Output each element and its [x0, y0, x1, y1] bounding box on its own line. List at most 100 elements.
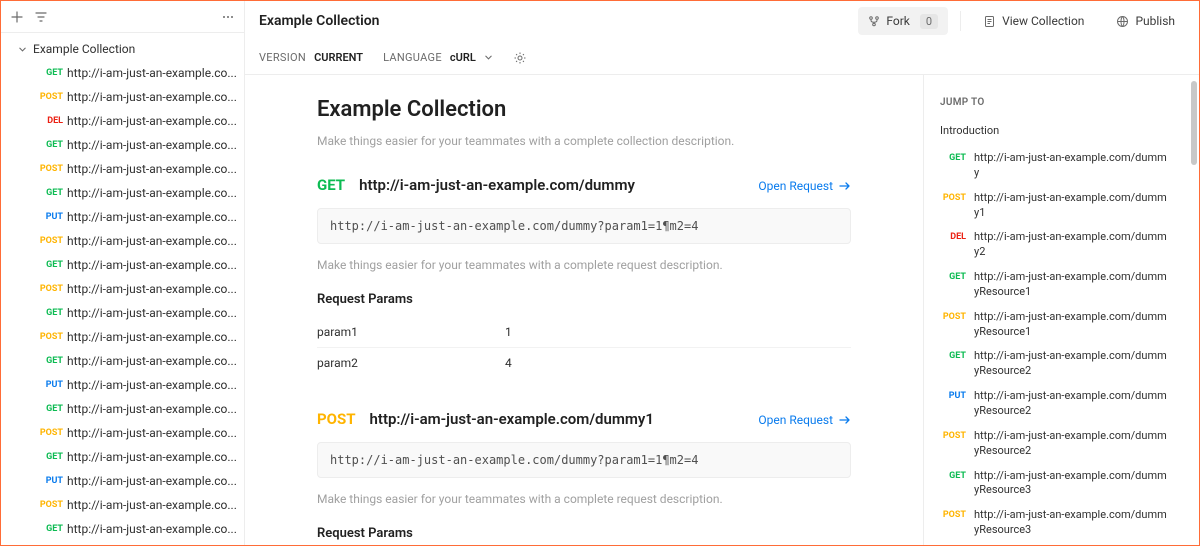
toc-item[interactable]: POSThttp://i-am-just-an-example.com/dumm… [940, 429, 1171, 459]
method-badge: PUT [37, 212, 63, 222]
method-badge: POST [37, 332, 63, 342]
fork-icon [868, 15, 880, 27]
sidebar-request-item[interactable]: POSThttp://i-am-just-an-example.co... [1, 421, 244, 445]
open-request-link[interactable]: Open Request [758, 179, 851, 193]
settings-button[interactable] [513, 51, 527, 65]
collection-row[interactable]: Example Collection [1, 37, 244, 61]
sidebar-request-item[interactable]: POST http://i-am-just-an-example.co... [1, 85, 244, 109]
endpoint-header: POST http://i-am-just-an-example.com/dum… [317, 410, 851, 428]
toc-item[interactable]: PUThttp://i-am-just-an-example.com/dummy… [940, 389, 1171, 419]
collection-description-placeholder[interactable]: Make things easier for your teammates wi… [317, 134, 851, 148]
doc-title: Example Collection [317, 97, 851, 122]
globe-icon [1116, 15, 1129, 28]
endpoint-block: POST http://i-am-just-an-example.com/dum… [317, 410, 851, 545]
param-row: param11 [317, 317, 851, 348]
open-request-link[interactable]: Open Request [758, 413, 851, 427]
publish-button[interactable]: Publish [1106, 7, 1185, 35]
method-badge: GET [37, 524, 63, 534]
view-collection-button[interactable]: View Collection [973, 7, 1094, 35]
endpoint-url: http://i-am-just-an-example.com/dummy1 [370, 410, 745, 428]
language-selector[interactable]: LANGUAGE cURL [383, 51, 493, 64]
method-badge: POST [37, 284, 63, 294]
request-label: http://i-am-just-an-example.co... [67, 90, 238, 104]
toc-item-label: http://i-am-just-an-example.com/dummyRes… [974, 429, 1171, 459]
sidebar-request-item[interactable]: GEThttp://i-am-just-an-example.co... [1, 397, 244, 421]
toc-item-label: http://i-am-just-an-example.com/dummy2 [974, 230, 1171, 260]
request-description-placeholder[interactable]: Make things easier for your teammates wi… [317, 258, 851, 272]
method-badge: DEL [940, 231, 966, 260]
request-label: http://i-am-just-an-example.co... [67, 306, 238, 320]
sidebar-request-item[interactable]: POST http://i-am-just-an-example.co... [1, 157, 244, 181]
doc-content[interactable]: Example Collection Make things easier fo… [245, 75, 923, 545]
param-key: param1 [317, 325, 505, 339]
doc-subheader: VERSION CURRENT LANGUAGE cURL [245, 41, 1199, 75]
endpoint-method: POST [317, 410, 356, 428]
sidebar-request-item[interactable]: POST http://i-am-just-an-example.co... [1, 325, 244, 349]
method-badge: GET [940, 271, 966, 300]
sidebar-request-item[interactable]: POSThttp://i-am-just-an-example.co... [1, 229, 244, 253]
document-icon [983, 15, 996, 28]
method-badge: GET [940, 470, 966, 499]
method-badge: GET [37, 140, 63, 150]
method-badge: GET [37, 260, 63, 270]
sidebar-request-item[interactable]: GEThttp://i-am-just-an-example.co... [1, 301, 244, 325]
sidebar-request-item[interactable]: GEThttp://i-am-just-an-example.co... [1, 253, 244, 277]
toc-item[interactable]: GEThttp://i-am-just-an-example.com/dummy… [940, 349, 1171, 379]
method-badge: GET [37, 356, 63, 366]
scrollbar[interactable] [1187, 75, 1199, 545]
request-label: http://i-am-just-an-example.co... [67, 450, 238, 464]
request-label: http://i-am-just-an-example.co... [67, 330, 238, 344]
method-badge: POST [37, 164, 63, 174]
request-label: http://i-am-just-an-example.co... [67, 498, 238, 512]
toc-item[interactable]: GET http://i-am-just-an-example.com/dummy… [940, 469, 1171, 499]
method-badge: POST [940, 311, 966, 340]
fork-button[interactable]: Fork 0 [858, 7, 948, 35]
jump-to-title: JUMP TO [940, 97, 1171, 108]
method-badge: GET [37, 404, 63, 414]
filter-icon[interactable] [29, 5, 53, 29]
request-label: http://i-am-just-an-example.co... [67, 426, 238, 440]
toc-item[interactable]: DEL http://i-am-just-an-example.com/dummy… [940, 230, 1171, 260]
sidebar-request-item[interactable]: GEThttp://i-am-just-an-example.co... [1, 445, 244, 469]
sidebar-request-item[interactable]: GET http://i-am-just-an-example.co... [1, 349, 244, 373]
toc-item[interactable]: GEThttp://i-am-just-an-example.com/dummy… [940, 270, 1171, 300]
method-badge: GET [37, 68, 63, 78]
toc-item[interactable]: GEThttp://i-am-just-an-example.com/dummy [940, 151, 1171, 181]
toc-item-label: http://i-am-just-an-example.com/dummy1 [974, 191, 1171, 221]
version-selector[interactable]: VERSION CURRENT [259, 51, 363, 64]
toc-item-label: http://i-am-just-an-example.com/dummyRes… [974, 508, 1171, 538]
request-description-placeholder[interactable]: Make things easier for your teammates wi… [317, 492, 851, 506]
sidebar-request-item[interactable]: POSThttp://i-am-just-an-example.co... [1, 277, 244, 301]
doc-header: Example Collection Fork 0 View Collectio… [245, 1, 1199, 41]
url-box[interactable]: http://i-am-just-an-example.com/dummy?pa… [317, 442, 851, 478]
sidebar-request-item[interactable]: PUThttp://i-am-just-an-example.co... [1, 469, 244, 493]
sidebar-request-item[interactable]: PUThttp://i-am-just-an-example.co... [1, 205, 244, 229]
url-box[interactable]: http://i-am-just-an-example.com/dummy?pa… [317, 208, 851, 244]
sidebar-request-item[interactable]: GEThttp://i-am-just-an-example.co... [1, 61, 244, 85]
sidebar-request-item[interactable]: DELhttp://i-am-just-an-example.co... [1, 109, 244, 133]
method-badge: POST [940, 509, 966, 538]
request-label: http://i-am-just-an-example.co... [67, 162, 238, 176]
toc-item-label: http://i-am-just-an-example.com/dummyRes… [974, 310, 1171, 340]
sidebar-request-item[interactable]: GET http://i-am-just-an-example.co... [1, 517, 244, 541]
sidebar-request-item[interactable]: GEThttp://i-am-just-an-example.co... [1, 133, 244, 157]
gear-icon [513, 51, 527, 65]
toc-item[interactable]: POST http://i-am-just-an-example.com/dumm… [940, 508, 1171, 538]
sidebar-request-item[interactable]: PUThttp://i-am-just-an-example.co... [1, 373, 244, 397]
toc-item-label: http://i-am-just-an-example.com/dummyRes… [974, 469, 1171, 499]
scrollbar-thumb[interactable] [1191, 81, 1197, 165]
sidebar-request-item[interactable]: POST http://i-am-just-an-example.co... [1, 493, 244, 517]
method-badge: POST [37, 92, 63, 102]
toc-item[interactable]: POSThttp://i-am-just-an-example.com/dumm… [940, 191, 1171, 221]
doc-body: Example Collection Make things easier fo… [245, 75, 1199, 545]
request-label: http://i-am-just-an-example.co... [67, 354, 238, 368]
toc-item[interactable]: POST http://i-am-just-an-example.com/dumm… [940, 310, 1171, 340]
divider [960, 11, 961, 31]
toc-introduction[interactable]: Introduction [940, 124, 1171, 137]
method-badge: POST [37, 236, 63, 246]
method-badge: POST [37, 500, 63, 510]
new-icon[interactable] [5, 5, 29, 29]
sidebar-request-item[interactable]: GEThttp://i-am-just-an-example.co... [1, 181, 244, 205]
more-options-icon[interactable] [216, 5, 240, 29]
request-label: http://i-am-just-an-example.co... [67, 522, 238, 536]
